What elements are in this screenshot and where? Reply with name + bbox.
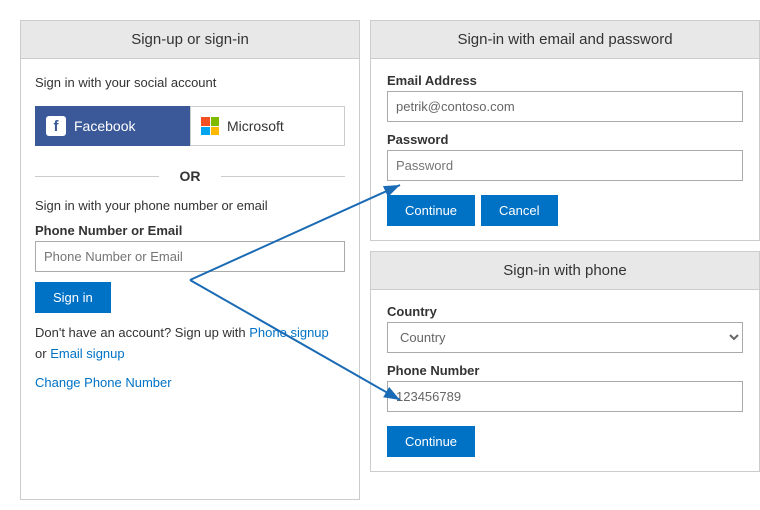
- password-field-group: Password: [387, 132, 743, 181]
- phone-signin-panel: Sign-in with phone Country Country Phone…: [370, 251, 760, 472]
- microsoft-label: Microsoft: [227, 118, 284, 134]
- email-cancel-button[interactable]: Cancel: [481, 195, 557, 226]
- facebook-button[interactable]: f Facebook: [35, 106, 190, 146]
- microsoft-icon: [201, 117, 219, 135]
- phone-panel-buttons: Continue: [387, 426, 743, 457]
- change-phone-link[interactable]: Change Phone Number: [35, 375, 345, 390]
- phone-email-input[interactable]: [35, 241, 345, 272]
- email-continue-button[interactable]: Continue: [387, 195, 475, 226]
- or-divider: OR: [35, 168, 345, 184]
- phone-number-field-group: Phone Number: [387, 363, 743, 412]
- email-field-group: Email Address: [387, 73, 743, 122]
- email-panel-buttons: Continue Cancel: [387, 195, 743, 226]
- signup-text: Don't have an account? Sign up with Phon…: [35, 323, 345, 365]
- email-input[interactable]: [387, 91, 743, 122]
- signup-text-prefix: Don't have an account? Sign up with: [35, 325, 246, 340]
- phone-email-label: Sign in with your phone number or email: [35, 198, 345, 213]
- country-label: Country: [387, 304, 743, 319]
- country-select[interactable]: Country: [387, 322, 743, 353]
- phone-continue-button[interactable]: Continue: [387, 426, 475, 457]
- email-label: Email Address: [387, 73, 743, 88]
- social-buttons-group: f Facebook Microsoft: [35, 106, 345, 146]
- email-panel-title: Sign-in with email and password: [371, 21, 759, 59]
- signup-text-mid: or: [35, 346, 47, 361]
- social-label: Sign in with your social account: [35, 75, 345, 90]
- right-column: Sign-in with email and password Email Ad…: [370, 20, 760, 500]
- phone-field-label: Phone Number or Email: [35, 223, 345, 238]
- phone-panel-title: Sign-in with phone: [371, 252, 759, 290]
- signin-button[interactable]: Sign in: [35, 282, 111, 313]
- signin-button-wrapper: Sign in: [35, 282, 345, 313]
- country-field-group: Country Country: [387, 304, 743, 353]
- facebook-label: Facebook: [74, 118, 135, 134]
- microsoft-button[interactable]: Microsoft: [190, 106, 345, 146]
- phone-signup-link[interactable]: Phone signup: [249, 325, 329, 340]
- phone-field-group: Phone Number or Email: [35, 223, 345, 272]
- phone-number-label: Phone Number: [387, 363, 743, 378]
- email-signin-panel: Sign-in with email and password Email Ad…: [370, 20, 760, 241]
- email-signup-link[interactable]: Email signup: [50, 346, 124, 361]
- facebook-icon: f: [46, 116, 66, 136]
- password-input[interactable]: [387, 150, 743, 181]
- password-label: Password: [387, 132, 743, 147]
- left-panel-title: Sign-up or sign-in: [21, 21, 359, 59]
- phone-number-input[interactable]: [387, 381, 743, 412]
- signup-signin-panel: Sign-up or sign-in Sign in with your soc…: [20, 20, 360, 500]
